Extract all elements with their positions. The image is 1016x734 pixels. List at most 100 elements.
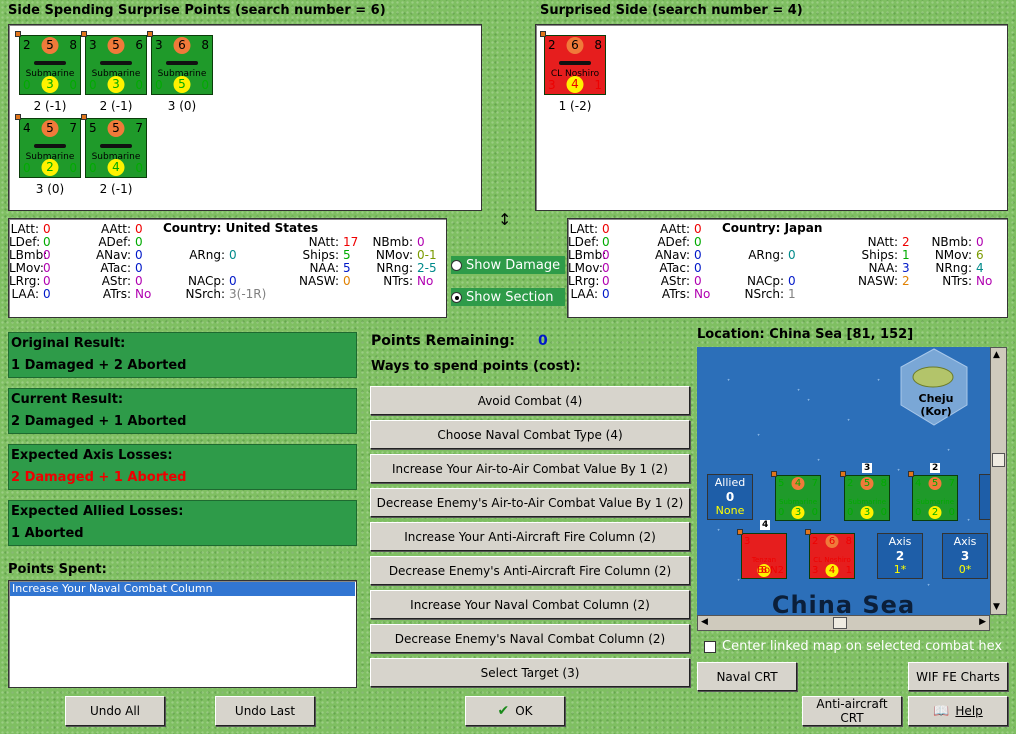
- scroll-right-icon[interactable]: ▶: [979, 617, 986, 627]
- wave-icon: ᐩ: [727, 377, 731, 386]
- help-button[interactable]: 📖 Help: [908, 696, 1008, 726]
- undo-all-button[interactable]: Undo All: [65, 696, 165, 726]
- map-counter-bc: 3: [791, 506, 805, 519]
- counter-tc: 6: [173, 37, 191, 54]
- radio-icon[interactable]: [451, 259, 462, 271]
- unit-counter[interactable]: 2 6 8 3 4 1 CL Noshiro: [544, 35, 606, 95]
- counter-tr: 8: [69, 38, 77, 52]
- stats-allied: LAtt: 0 AAtt: 0 LDef: 0 ADef: 0 NAtt: 17 NBmb: 0 LBm…: [8, 218, 447, 318]
- wave-icon: ᐩ: [947, 447, 951, 456]
- current-result-value: 2 Damaged + 1 Aborted: [11, 414, 187, 429]
- axis-tracker-1-title: Axis: [888, 535, 912, 548]
- map-vertical-scrollbar[interactable]: ▲ ▼: [990, 347, 1007, 615]
- unit-marker-icon: [15, 114, 21, 120]
- anti-aircraft-crt-button[interactable]: Anti-aircraft CRT: [802, 696, 902, 726]
- allied-tracker-sub: None: [715, 504, 745, 517]
- counter-br: 0: [69, 78, 77, 92]
- unit-marker-icon: [840, 471, 846, 477]
- radio-selected-icon[interactable]: [451, 291, 462, 303]
- unit-marker-icon: [805, 529, 811, 535]
- spend-option-button[interactable]: Increase Your Naval Combat Column (2): [370, 590, 690, 619]
- ship-silhouette-icon: [100, 61, 132, 65]
- current-result: Current Result: 2 Damaged + 1 Aborted: [8, 388, 357, 434]
- axis-losses-label: Expected Axis Losses:: [11, 448, 173, 463]
- unit-counter[interactable]: 3 6 8 0 5 0 Submarine: [151, 35, 213, 95]
- map-counter-bl: 0: [915, 507, 922, 518]
- spend-option-button[interactable]: Increase Your Air-to-Air Combat Value By…: [370, 454, 690, 483]
- show-section-radio[interactable]: Show Section: [451, 288, 565, 306]
- map-horizontal-scrollbar[interactable]: ◀ ▶: [697, 615, 990, 631]
- counter-tl: 2: [548, 38, 556, 52]
- defender-title: Surprised Side (search number = 4): [540, 3, 803, 18]
- counter-br: 0: [69, 161, 77, 175]
- map-counter-name: Submarine: [916, 498, 954, 506]
- map-counter-br: 0: [811, 507, 818, 518]
- island-label: Cheju (Kor): [918, 392, 954, 418]
- unit-marker-icon: [147, 31, 153, 37]
- points-spent-list[interactable]: Increase Your Naval Combat Column: [8, 580, 357, 688]
- counter-bl: 0: [23, 161, 31, 175]
- naval-crt-button[interactable]: Naval CRT: [697, 662, 797, 691]
- map-counter-tc: 4: [791, 477, 805, 490]
- axis-tracker-1-value: 2: [895, 549, 905, 563]
- counter-tl: 3: [89, 38, 97, 52]
- hex-map[interactable]: Cheju (Kor) Allied 0 None Axis 2 1* Axis…: [697, 347, 990, 615]
- wave-icon: ᐩ: [877, 377, 881, 386]
- wave-icon: ᐩ: [717, 527, 721, 536]
- unit-counter[interactable]: 3 5 6 0 3 0 Submarine: [85, 35, 147, 95]
- stack-count-badge: 4: [760, 520, 771, 530]
- counter-tc: 5: [41, 37, 59, 54]
- allied-tracker: Allied 0 None: [707, 474, 753, 520]
- counter-tc: 5: [107, 120, 125, 137]
- map-counter-tr: 8: [880, 478, 887, 489]
- spend-option-button[interactable]: Decrease Enemy's Naval Combat Column (2): [370, 624, 690, 653]
- map-counter-tl: 2: [812, 536, 819, 547]
- spend-option-button[interactable]: Decrease Enemy's Air-to-Air Combat Value…: [370, 488, 690, 517]
- country-label: Country: Japan: [722, 221, 823, 235]
- wave-icon: ᐩ: [737, 577, 741, 586]
- map-unit-counter[interactable]: 5 4 7 Submarine 0 3 0: [775, 475, 821, 521]
- help-book-icon: 📖: [933, 703, 950, 719]
- counter-name: Submarine: [25, 69, 75, 79]
- counter-bl: 0: [23, 78, 31, 92]
- counter-tr: 7: [69, 121, 77, 135]
- original-result-label: Original Result:: [11, 336, 126, 351]
- points-spent-item[interactable]: Increase Your Naval Combat Column: [10, 582, 355, 596]
- wif-charts-button[interactable]: WIF FE Charts: [908, 662, 1008, 691]
- axis-tracker-2-title: Axis: [953, 535, 977, 548]
- spend-option-button[interactable]: Decrease Enemy's Anti-Aircraft Fire Colu…: [370, 556, 690, 585]
- spend-option-button[interactable]: Choose Naval Combat Type (4): [370, 420, 690, 449]
- scroll-thumb[interactable]: [833, 617, 847, 629]
- spend-option-button[interactable]: Increase Your Anti-Aircraft Fire Column …: [370, 522, 690, 551]
- map-unit-counter[interactable]: 2 6 8 CL Noshiro 3 4 1: [809, 533, 855, 579]
- ok-button[interactable]: ✔ OK: [465, 696, 565, 726]
- help-label: Help: [955, 704, 983, 718]
- unit-counter[interactable]: 2 5 8 0 3 0 Submarine: [19, 35, 81, 95]
- counter-tc: 5: [41, 120, 59, 137]
- counter-tl: 5: [89, 121, 97, 135]
- wave-icon: ᐩ: [807, 397, 811, 406]
- wave-icon: ᐩ: [897, 467, 901, 476]
- spend-option-button[interactable]: Select Target (3): [370, 658, 690, 687]
- resize-arrow-icon[interactable]: ↕: [498, 210, 511, 229]
- checkbox-icon[interactable]: [704, 640, 716, 653]
- map-unit-counter[interactable]: 3 Tenzan 8 BoN2: [741, 533, 787, 579]
- spend-option-button[interactable]: Avoid Combat (4): [370, 386, 690, 415]
- show-damage-radio[interactable]: Show Damage: [451, 256, 565, 274]
- counter-tr: 8: [201, 38, 209, 52]
- scroll-left-icon[interactable]: ◀: [701, 617, 708, 627]
- counter-tc: 5: [107, 37, 125, 54]
- scroll-thumb[interactable]: [992, 453, 1005, 467]
- scroll-down-icon[interactable]: ▼: [993, 602, 1000, 612]
- scroll-up-icon[interactable]: ▲: [993, 350, 1000, 360]
- map-unit-counter[interactable]: 2 5 8 Submarine 0 3 0: [844, 475, 890, 521]
- attacker-title: Side Spending Surprise Points (search nu…: [8, 3, 386, 18]
- undo-last-button[interactable]: Undo Last: [215, 696, 315, 726]
- unit-counter[interactable]: 4 5 7 0 2 0 Submarine: [19, 118, 81, 178]
- map-unit-counter[interactable]: 4 5 7 Submarine 0 2 0: [912, 475, 958, 521]
- unit-counter[interactable]: 5 5 7 0 4 0 Submarine: [85, 118, 147, 178]
- counter-br: 0: [135, 161, 143, 175]
- map-counter-br: 0: [948, 507, 955, 518]
- center-map-checkbox[interactable]: Center linked map on selected combat hex: [704, 639, 1002, 654]
- show-damage-label: Show Damage: [466, 257, 561, 273]
